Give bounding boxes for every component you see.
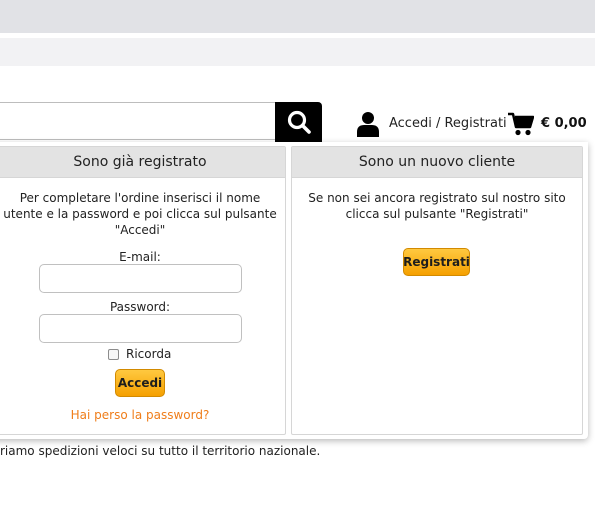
search-input[interactable] bbox=[0, 102, 277, 140]
forgot-password-link[interactable]: Hai perso la password? bbox=[0, 408, 285, 422]
password-label: Password: bbox=[109, 300, 171, 314]
login-register-link[interactable]: Accedi / Registrati bbox=[389, 116, 507, 131]
login-panel: Sono già registrato Per completare l'ord… bbox=[0, 146, 286, 435]
remember-label: Ricorda bbox=[126, 347, 172, 361]
user-icon[interactable] bbox=[356, 111, 380, 137]
login-instructions: Per completare l'ordine inserisci il nom… bbox=[3, 191, 277, 237]
email-label: E-mail: bbox=[119, 250, 161, 264]
search-icon bbox=[287, 110, 311, 134]
password-field[interactable] bbox=[39, 314, 242, 343]
secondary-bar bbox=[0, 38, 595, 66]
register-panel-title: Sono un nuovo cliente bbox=[292, 147, 582, 178]
shopping-cart-icon[interactable] bbox=[508, 112, 534, 136]
register-panel: Sono un nuovo cliente Se non sei ancora … bbox=[291, 146, 583, 435]
login-button[interactable]: Accedi bbox=[115, 369, 165, 397]
cart-total[interactable]: € 0,00 bbox=[541, 116, 587, 131]
remember-checkbox[interactable] bbox=[108, 348, 119, 360]
top-bar bbox=[0, 0, 595, 33]
search-button[interactable] bbox=[275, 102, 322, 142]
register-instructions: Se non sei ancora registrato sul nostro … bbox=[308, 191, 566, 221]
register-button[interactable]: Registrati bbox=[403, 248, 470, 276]
remember-option: Ricorda bbox=[108, 347, 171, 361]
email-field[interactable] bbox=[39, 264, 242, 293]
shipping-notice: riamo spedizioni veloci su tutto il terr… bbox=[0, 444, 321, 458]
login-panel-title: Sono già registrato bbox=[0, 147, 285, 178]
